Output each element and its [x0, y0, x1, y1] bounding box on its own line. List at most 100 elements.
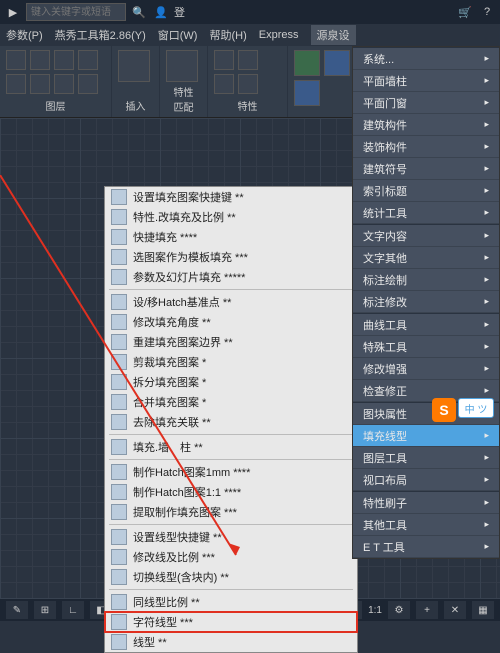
- tool-icon[interactable]: [294, 50, 320, 76]
- ctxmenu-item-icon: [111, 414, 127, 430]
- matchprops-icon[interactable]: [166, 50, 198, 82]
- ctxmenu-item[interactable]: 切换线型(含块内) **: [105, 567, 357, 587]
- ctxmenu-item[interactable]: 合并填充图案 *: [105, 392, 357, 412]
- layer-tool-icon[interactable]: [78, 50, 98, 70]
- sidemenu-item[interactable]: 索引标题▸: [353, 180, 499, 202]
- search-icon[interactable]: 🔍: [130, 3, 148, 21]
- sidemenu-item[interactable]: 文字其他▸: [353, 247, 499, 269]
- play-icon[interactable]: ▶: [4, 3, 22, 21]
- status-btn[interactable]: +: [416, 601, 438, 619]
- sidemenu-item[interactable]: 曲线工具▸: [353, 314, 499, 336]
- ctxmenu-item[interactable]: 拆分填充图案 *: [105, 372, 357, 392]
- sidemenu-item[interactable]: 特殊工具▸: [353, 336, 499, 358]
- panel-layer-label: 图层: [6, 98, 105, 113]
- layer-tool-icon[interactable]: [30, 74, 50, 94]
- prop-tool-icon[interactable]: [214, 50, 234, 70]
- ctxmenu-item[interactable]: 修改线及比例 ***: [105, 547, 357, 567]
- ctxmenu-item[interactable]: 设/移Hatch基准点 **: [105, 292, 357, 312]
- help-icon[interactable]: ?: [478, 3, 496, 21]
- cart-icon[interactable]: 🛒: [456, 3, 474, 21]
- ctxmenu-item-icon: [111, 209, 127, 225]
- ctxmenu-item[interactable]: 设置线型快捷键 **: [105, 527, 357, 547]
- status-btn[interactable]: ▦: [472, 601, 494, 619]
- sidemenu-item[interactable]: 系统...▸: [353, 48, 499, 70]
- ctxmenu-item-icon: [111, 314, 127, 330]
- sidemenu-item[interactable]: 标注修改▸: [353, 291, 499, 313]
- ctxmenu-item-icon: [111, 354, 127, 370]
- ctxmenu-item[interactable]: 提取制作填充图案 ***: [105, 502, 357, 522]
- sidemenu-item[interactable]: 文字内容▸: [353, 225, 499, 247]
- sidemenu-item[interactable]: 其他工具▸: [353, 514, 499, 536]
- tool-icon[interactable]: [324, 50, 350, 76]
- ctxmenu-item[interactable]: 参数及幻灯片填充 *****: [105, 267, 357, 287]
- prop-tool-icon[interactable]: [238, 74, 258, 94]
- layer-tool-icon[interactable]: [78, 74, 98, 94]
- ctxmenu-item[interactable]: 重建填充图案边界 **: [105, 332, 357, 352]
- layer-tool-icon[interactable]: [6, 50, 26, 70]
- sidemenu-item[interactable]: 平面墙柱▸: [353, 70, 499, 92]
- status-gear-icon[interactable]: ⚙: [388, 601, 410, 619]
- context-submenu: 设置填充图案快捷键 ** 特性.改填充及比例 ** 快捷填充 **** 选图案作…: [104, 186, 358, 653]
- ctxmenu-item[interactable]: 填充.墙、柱 **: [105, 437, 357, 457]
- ctxmenu-item-icon: [111, 394, 127, 410]
- search-input[interactable]: [26, 3, 126, 21]
- ctxmenu-item[interactable]: 去除填充关联 **: [105, 412, 357, 432]
- sidemenu-item[interactable]: E T 工具▸: [353, 536, 499, 558]
- sidemenu-item[interactable]: 修改增强▸: [353, 358, 499, 380]
- ctxmenu-item[interactable]: 选图案作为模板填充 ***: [105, 247, 357, 267]
- menu-yanxiu[interactable]: 燕秀工具箱2.86(Y): [55, 27, 146, 43]
- sidemenu-item[interactable]: 装饰构件▸: [353, 136, 499, 158]
- sidemenu-item[interactable]: 建筑符号▸: [353, 158, 499, 180]
- sidemenu-item[interactable]: 图层工具▸: [353, 447, 499, 469]
- status-btn[interactable]: ∟: [62, 601, 84, 619]
- insert-icon[interactable]: [118, 50, 150, 82]
- layer-tool-icon[interactable]: [54, 50, 74, 70]
- ctxmenu-item[interactable]: 快捷填充 ****: [105, 227, 357, 247]
- ime-badge-icon[interactable]: S: [432, 398, 456, 422]
- layer-tool-icon[interactable]: [30, 50, 50, 70]
- sidemenu-item[interactable]: 视口布局▸: [353, 469, 499, 491]
- prop-tool-icon[interactable]: [238, 50, 258, 70]
- ctxmenu-item-icon: [111, 294, 127, 310]
- sidemenu-item[interactable]: 平面门窗▸: [353, 92, 499, 114]
- panel-match-label: 特性 匹配: [166, 84, 201, 114]
- ctxmenu-item[interactable]: 同线型比例 **: [105, 592, 357, 612]
- ctxmenu-item[interactable]: 字符线型 ***: [105, 612, 357, 632]
- layer-tool-icon[interactable]: [54, 74, 74, 94]
- ctxmenu-item-icon: [111, 269, 127, 285]
- ctxmenu-item-icon: [111, 229, 127, 245]
- menu-help[interactable]: 帮助(H): [209, 27, 246, 43]
- menu-params[interactable]: 参数(P): [6, 27, 43, 43]
- tool-icon[interactable]: [294, 80, 320, 106]
- layer-tool-icon[interactable]: [6, 74, 26, 94]
- menu-express[interactable]: Express: [259, 29, 299, 41]
- ctxmenu-item-icon: [111, 374, 127, 390]
- ctxmenu-item[interactable]: 剪裁填充图案 *: [105, 352, 357, 372]
- menu-window[interactable]: 窗口(W): [158, 27, 198, 43]
- ctxmenu-item[interactable]: 设置填充图案快捷键 **: [105, 187, 357, 207]
- ctxmenu-item[interactable]: 制作Hatch图案1mm ****: [105, 462, 357, 482]
- status-ratio[interactable]: 1:1: [368, 605, 382, 616]
- sidemenu-item[interactable]: 特性刷子▸: [353, 492, 499, 514]
- ctxmenu-item[interactable]: 修改填充角度 **: [105, 312, 357, 332]
- sidemenu-item[interactable]: 标注绘制▸: [353, 269, 499, 291]
- ctxmenu-item-icon: [111, 569, 127, 585]
- ctxmenu-item[interactable]: 线型 **: [105, 632, 357, 652]
- ime-bubble[interactable]: 中 ツ: [458, 398, 494, 418]
- status-btn[interactable]: ⊞: [34, 601, 56, 619]
- ctxmenu-item[interactable]: 制作Hatch图案1:1 ****: [105, 482, 357, 502]
- panel-insert-label: 插入: [118, 98, 153, 113]
- status-btn[interactable]: ✎: [6, 601, 28, 619]
- status-btn[interactable]: ✕: [444, 601, 466, 619]
- ctxmenu-item[interactable]: 特性.改填充及比例 **: [105, 207, 357, 227]
- user-icon[interactable]: 👤: [152, 3, 170, 21]
- ctxmenu-item-icon: [111, 594, 127, 610]
- sidemenu-item[interactable]: 建筑构件▸: [353, 114, 499, 136]
- menu-yuanquan[interactable]: 源泉设: [311, 25, 356, 45]
- prop-tool-icon[interactable]: [214, 74, 234, 94]
- login-label[interactable]: 登: [174, 4, 185, 20]
- ctxmenu-item-icon: [111, 249, 127, 265]
- panel-props-label: 特性: [214, 98, 281, 113]
- sidemenu-item[interactable]: 填充线型▸: [353, 425, 499, 447]
- sidemenu-item[interactable]: 统计工具▸: [353, 202, 499, 224]
